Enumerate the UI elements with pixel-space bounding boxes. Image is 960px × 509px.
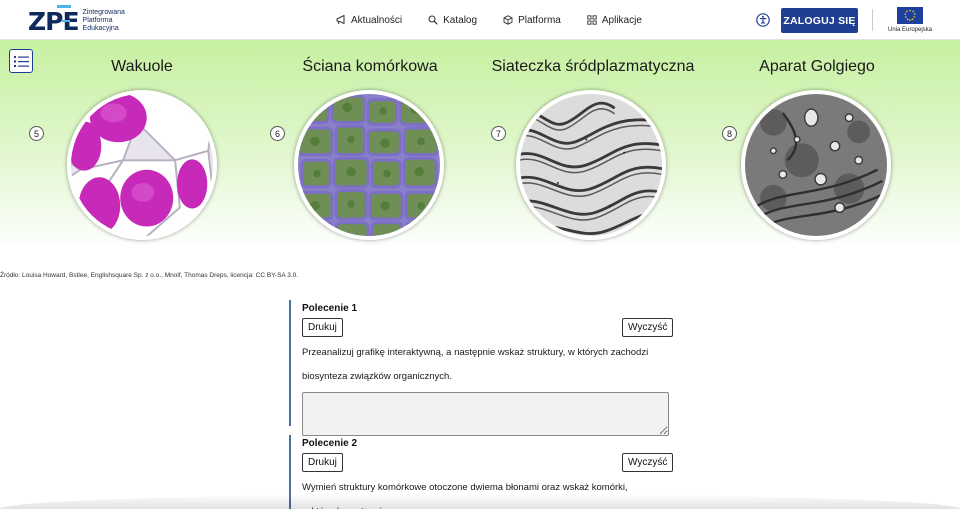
item-number-8[interactable]: 8 (722, 126, 737, 141)
cube-icon (503, 15, 513, 25)
gallery-menu-button[interactable] (9, 49, 33, 73)
task-polecenie-2: Polecenie 2 Drukuj Wyczyść Wymień strukt… (289, 435, 679, 509)
item-title-sciana-komorkowa: Ściana komórkowa (302, 58, 438, 75)
item-title-siateczka: Siateczka śródplazmatyczna (491, 58, 695, 75)
task-title: Polecenie 2 (302, 438, 358, 449)
answer-textarea[interactable] (302, 392, 669, 436)
header-divider (872, 9, 873, 31)
task-instruction: Przeanalizuj grafikę interaktywną, a nas… (302, 347, 649, 382)
task-polecenie-1: Polecenie 1 Drukuj Wyczyść Przeanalizuj … (289, 300, 679, 436)
logo-text: Zintegrowana Platforma Edukacyjna (82, 9, 125, 32)
item-title-wakuole: Wakuole (111, 58, 173, 75)
list-icon (13, 55, 29, 67)
item-title-aparat-golgiego: Aparat Golgiego (759, 58, 875, 75)
image-source-caption: Źródło: Louisa Howard, Bstlee, Englishsq… (0, 272, 299, 279)
item-number-7[interactable]: 7 (491, 126, 506, 141)
item-number-6[interactable]: 6 (270, 126, 285, 141)
image-wakuole[interactable] (67, 90, 217, 240)
print-button[interactable]: Drukuj (302, 318, 343, 337)
print-button[interactable]: Drukuj (302, 453, 343, 472)
task-instruction: Wymień struktury komórkowe otoczone dwie… (302, 482, 628, 509)
clear-button[interactable]: Wyczyść (622, 453, 674, 472)
nav-platforma[interactable]: Platforma (503, 15, 561, 26)
search-icon (428, 15, 438, 25)
image-siateczka-srodplazmatyczna[interactable] (516, 90, 666, 240)
task-button-row: Drukuj Wyczyść (302, 318, 679, 338)
item-number-5[interactable]: 5 (29, 126, 44, 141)
nav-aktualnosci[interactable]: Aktualności (336, 15, 402, 26)
image-sciana-komorkowa[interactable] (294, 90, 444, 240)
nav-katalog[interactable]: Katalog (428, 15, 477, 26)
main-nav: Aktualności Katalog Platforma Aplikacje (336, 0, 642, 40)
task-title: Polecenie 1 (302, 303, 358, 314)
top-header: ZPE Zintegrowana Platforma Edukacyjna Ak… (0, 0, 960, 40)
megaphone-icon (336, 15, 345, 25)
logo-mark: ZPE (28, 4, 80, 36)
nav-aplikacje[interactable]: Aplikacje (587, 15, 642, 26)
eu-logo: Unia Europejska (884, 7, 936, 33)
login-button[interactable]: ZALOGUJ SIĘ (781, 8, 858, 33)
eu-flag-icon (897, 7, 923, 24)
accessibility-icon[interactable] (756, 13, 770, 27)
image-aparat-golgiego[interactable] (741, 90, 891, 240)
zpe-logo[interactable]: ZPE Zintegrowana Platforma Edukacyjna (28, 4, 125, 36)
clear-button[interactable]: Wyczyść (622, 318, 674, 337)
cell-structures-gallery: Wakuole 5 Ściana komórkowa 6 Siateczka ś… (0, 40, 960, 248)
grid-icon (587, 15, 597, 25)
task-button-row: Drukuj Wyczyść (302, 453, 679, 473)
